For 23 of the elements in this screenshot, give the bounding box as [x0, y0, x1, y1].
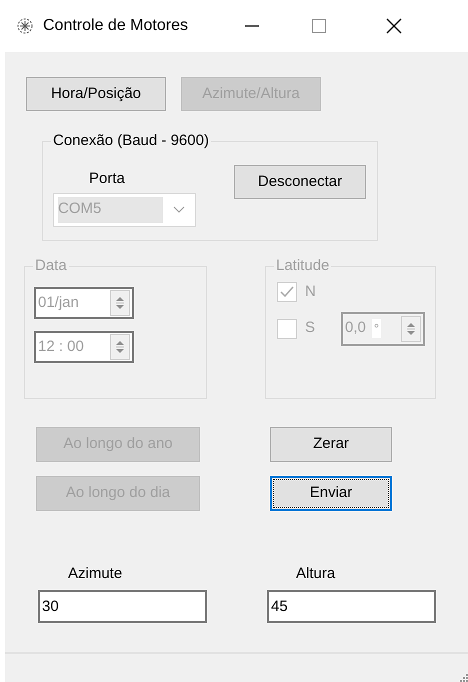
resize-grip-icon[interactable] — [458, 672, 468, 682]
button[interactable]: Hora/Posição — [26, 77, 166, 111]
button[interactable]: Zerar — [270, 427, 392, 462]
close-icon[interactable] — [386, 18, 402, 34]
port-label: Porta — [89, 169, 126, 189]
spinner-arrows-icon[interactable] — [401, 316, 422, 342]
spinner-arrows-icon[interactable] — [110, 334, 130, 360]
maximize-icon[interactable] — [312, 19, 326, 33]
checkmark-icon — [280, 286, 294, 298]
input-field[interactable]: 45 — [267, 590, 436, 622]
button[interactable]: Desconectar — [234, 165, 366, 199]
chevron-down-icon — [173, 206, 185, 214]
button[interactable]: Enviar — [270, 476, 392, 511]
window-title: Controle de Motores — [43, 16, 188, 36]
group-legend: Conexão (Baud - 9600) — [51, 131, 211, 151]
unit-label: ° — [372, 318, 382, 338]
input-field[interactable]: 30 — [38, 590, 207, 622]
spinner-arrows-icon[interactable] — [110, 290, 130, 316]
app-icon — [17, 18, 33, 34]
checkbox-label: N — [305, 282, 316, 302]
field-label: Altura — [296, 564, 336, 584]
checkbox-label: S — [305, 318, 316, 338]
field-label: Azimute — [68, 564, 124, 584]
